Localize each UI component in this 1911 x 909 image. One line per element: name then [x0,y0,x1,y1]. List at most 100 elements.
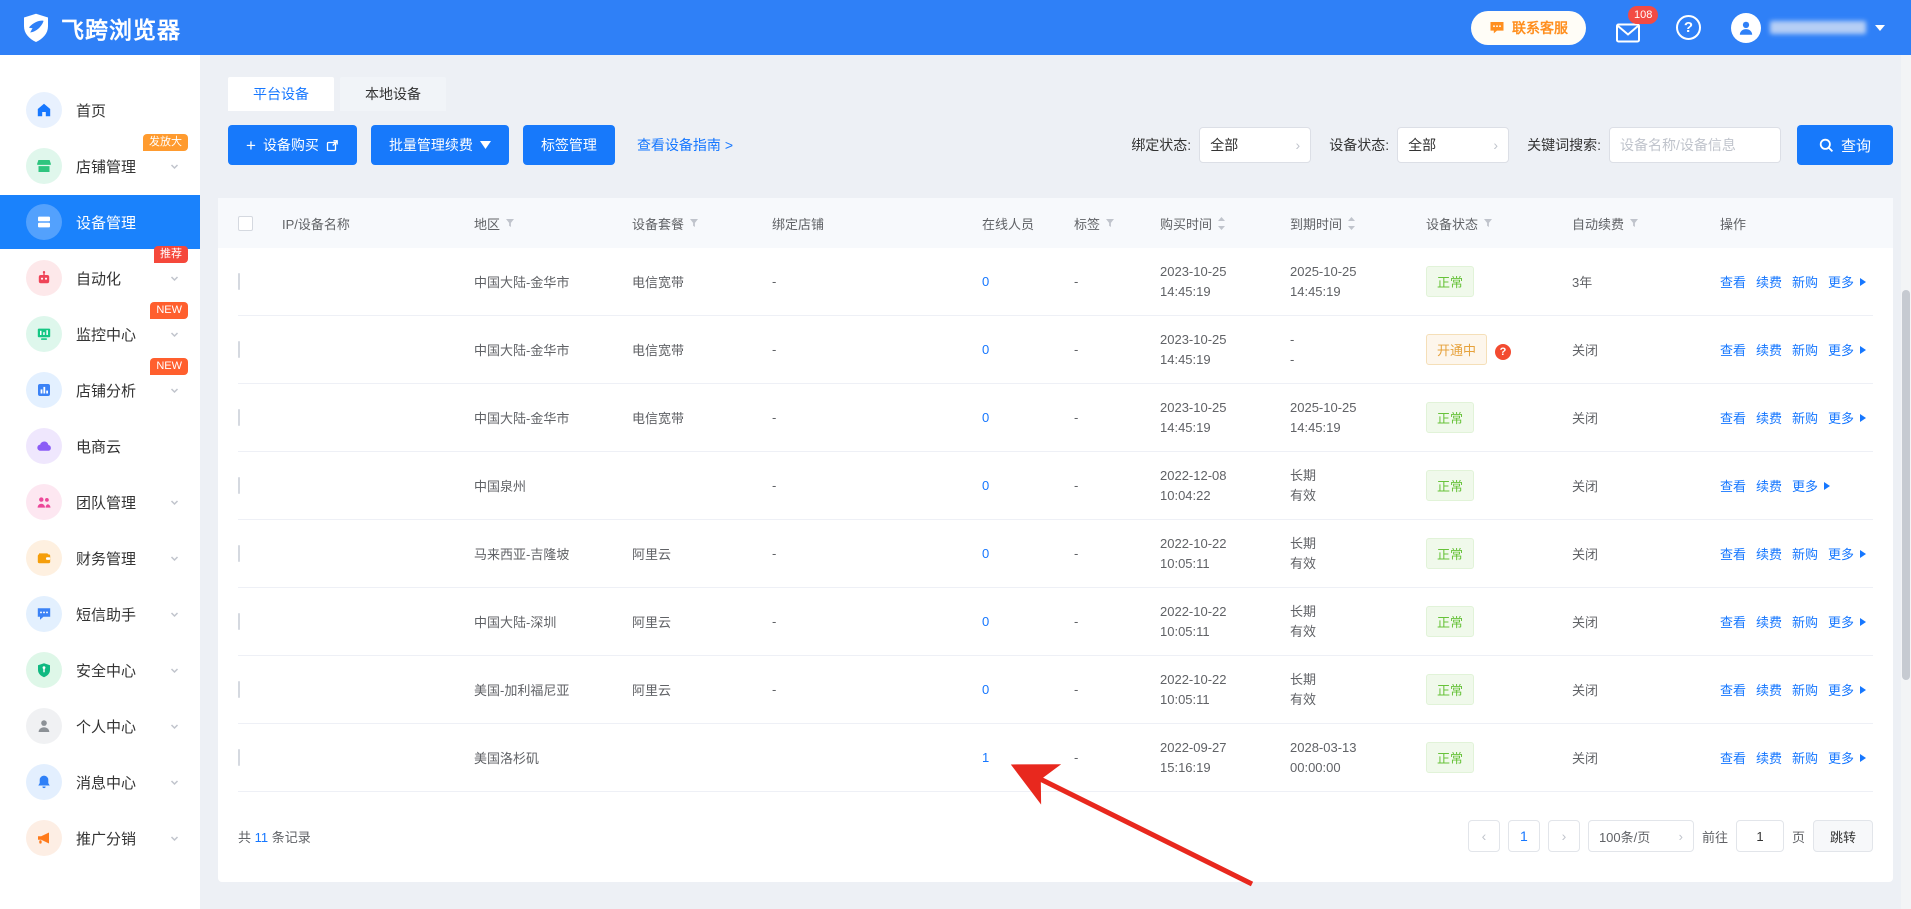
view-link[interactable]: 查看 [1720,544,1746,563]
prev-page-button[interactable]: ‹ [1468,820,1500,852]
device-guide-link[interactable]: 查看设备指南 > [637,135,733,155]
more-link[interactable]: 更多 [1828,272,1854,291]
filter-icon[interactable] [505,218,515,228]
new-buy-link[interactable]: 新购 [1792,340,1818,359]
view-link[interactable]: 查看 [1720,408,1746,427]
sidebar-item-analysis[interactable]: 店铺分析NEW [0,367,200,413]
filter-icon[interactable] [689,218,699,228]
online-count-link[interactable]: 0 [982,614,989,629]
renew-link[interactable]: 续费 [1756,408,1782,427]
jump-button[interactable]: 跳转 [1813,820,1873,852]
sidebar-item-megaphone[interactable]: 推广分销 [0,815,200,861]
renew-link[interactable]: 续费 [1756,340,1782,359]
more-link[interactable]: 更多 [1828,680,1854,699]
help-button[interactable]: ? [1676,15,1701,40]
view-link[interactable]: 查看 [1720,612,1746,631]
page-number-button[interactable]: 1 [1508,820,1540,852]
renew-link[interactable]: 续费 [1756,476,1782,495]
renew-link[interactable]: 续费 [1756,748,1782,767]
online-count-link[interactable]: 0 [982,478,989,493]
page-size-select[interactable]: 100条/页 › [1588,820,1694,852]
view-link[interactable]: 查看 [1720,272,1746,291]
renew-link[interactable]: 续费 [1756,612,1782,631]
sidebar-item-device[interactable]: 设备管理 [0,195,200,249]
online-count-link[interactable]: 1 [982,750,989,765]
new-buy-link[interactable]: 新购 [1792,680,1818,699]
tab-platform-devices[interactable]: 平台设备 [228,77,334,111]
row-select-cell [238,274,282,289]
vertical-scrollbar[interactable] [1901,55,1911,909]
status-help-icon[interactable]: ? [1495,344,1511,360]
row-checkbox[interactable] [238,613,240,630]
scrollbar-thumb[interactable] [1902,290,1910,680]
goto-page-input[interactable] [1736,820,1784,852]
more-link[interactable]: 更多 [1828,408,1854,427]
online-count-link[interactable]: 0 [982,342,989,357]
view-link[interactable]: 查看 [1720,340,1746,359]
more-link[interactable]: 更多 [1828,748,1854,767]
more-link[interactable]: 更多 [1792,476,1818,495]
renew-link[interactable]: 续费 [1756,544,1782,563]
sidebar-item-security[interactable]: 安全中心 [0,647,200,693]
more-link[interactable]: 更多 [1828,612,1854,631]
keyword-input[interactable] [1609,127,1781,163]
row-checkbox[interactable] [238,545,240,562]
sidebar-item-monitor[interactable]: 监控中心NEW [0,311,200,357]
sidebar-item-person[interactable]: 个人中心 [0,703,200,749]
new-buy-link[interactable]: 新购 [1792,544,1818,563]
online-count-link[interactable]: 0 [982,274,989,289]
app-logo: 飞跨浏览器 [20,11,181,45]
row-checkbox[interactable] [238,749,240,766]
renew-link[interactable]: 续费 [1756,272,1782,291]
view-link[interactable]: 查看 [1720,680,1746,699]
more-link[interactable]: 更多 [1828,544,1854,563]
column-header-online: 在线人员 [982,214,1074,233]
filter-icon[interactable] [1105,218,1115,228]
user-menu[interactable] [1731,13,1885,43]
new-buy-link[interactable]: 新购 [1792,408,1818,427]
sort-icon[interactable] [1347,217,1356,230]
sidebar-item-finance[interactable]: 财务管理 [0,535,200,581]
sidebar-item-robot[interactable]: 自动化推荐 [0,255,200,301]
row-select-cell [238,410,282,425]
sidebar-item-bell[interactable]: 消息中心 [0,759,200,805]
mail-button[interactable]: 108 [1616,13,1646,43]
row-checkbox[interactable] [238,273,240,290]
view-link[interactable]: 查看 [1720,476,1746,495]
row-checkbox[interactable] [238,341,240,358]
next-page-button[interactable]: › [1548,820,1580,852]
new-buy-link[interactable]: 新购 [1792,612,1818,631]
filter-icon[interactable] [1629,218,1639,228]
search-button[interactable]: 查询 [1797,125,1893,165]
filter-icon[interactable] [1483,218,1493,228]
sidebar-item-cloud[interactable]: 电商云 [0,423,200,469]
new-buy-link[interactable]: 新购 [1792,272,1818,291]
select-all-checkbox[interactable] [238,216,253,231]
status-badge: 正常 [1426,674,1474,705]
row-checkbox[interactable] [238,477,240,494]
online-count-link[interactable]: 0 [982,410,989,425]
new-buy-link[interactable]: 新购 [1792,748,1818,767]
row-checkbox[interactable] [238,681,240,698]
more-link[interactable]: 更多 [1828,340,1854,359]
online-count-cell: 0 [982,614,1074,629]
online-count-link[interactable]: 0 [982,682,989,697]
tag-manage-button[interactable]: 标签管理 [523,125,615,165]
renew-link[interactable]: 续费 [1756,680,1782,699]
tab-local-devices[interactable]: 本地设备 [340,77,446,111]
sidebar-item-sms[interactable]: 短信助手 [0,591,200,637]
batch-renew-button[interactable]: 批量管理续费 [371,125,509,165]
sort-icon[interactable] [1217,217,1226,230]
package-cell: 电信宽带 [632,272,772,291]
sidebar-item-shop[interactable]: 店铺管理发放大 [0,143,200,189]
device-status-select[interactable]: 全部 › [1397,127,1509,163]
row-checkbox[interactable] [238,409,240,426]
sidebar-item-home[interactable]: 首页 [0,87,200,133]
contact-support-button[interactable]: 联系客服 [1471,11,1586,45]
buy-device-button[interactable]: + 设备购买 [228,125,357,165]
view-link[interactable]: 查看 [1720,748,1746,767]
sidebar-item-team[interactable]: 团队管理 [0,479,200,525]
cloud-icon [26,428,62,464]
bind-status-select[interactable]: 全部 › [1199,127,1311,163]
online-count-link[interactable]: 0 [982,546,989,561]
